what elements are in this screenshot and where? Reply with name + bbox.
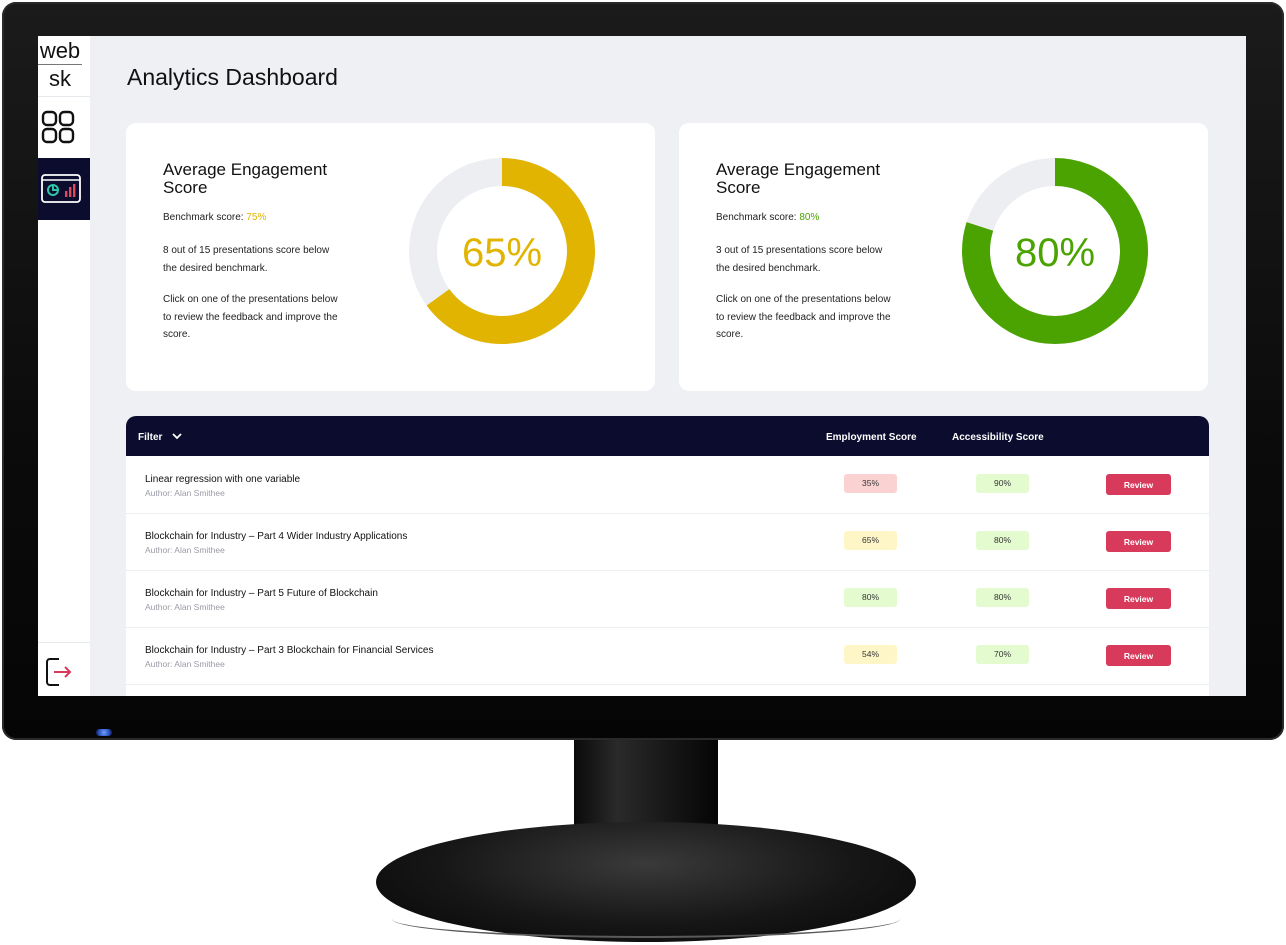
- table-row[interactable]: Blockchain for Industry – Part 3 Blockch…: [126, 627, 1209, 685]
- donut-percentage: 80%: [1015, 231, 1095, 275]
- benchmark-line: Benchmark score: 80%: [716, 212, 819, 223]
- logo-line-1: web: [38, 38, 82, 65]
- engagement-card: Average Engagement Score Benchmark score…: [679, 123, 1208, 391]
- presentation-title[interactable]: Linear regression with one variable: [145, 474, 300, 485]
- presentation-author: Author: Alan Smithee: [145, 659, 225, 669]
- card-title: Average Engagement Score: [716, 160, 881, 197]
- sidebar-item-dashboard[interactable]: [41, 110, 75, 144]
- analytics-icon: [41, 174, 81, 203]
- presentation-title[interactable]: Blockchain for Industry – Part 5 Future …: [145, 588, 378, 599]
- employment-score-badge: 65%: [844, 531, 897, 550]
- employment-score-badge: 80%: [844, 588, 897, 607]
- presentation-author: Author: Alan Smithee: [145, 488, 225, 498]
- table-row[interactable]: Blockchain for Industry – Part 5 Future …: [126, 570, 1209, 628]
- benchmark-label: Benchmark score:: [163, 212, 247, 223]
- employment-score-badge: 35%: [844, 474, 897, 493]
- card-title: Average Engagement Score: [163, 160, 328, 197]
- sidebar: web sk: [38, 36, 90, 696]
- logo: web sk: [38, 36, 90, 97]
- card-instruction: Click on one of the presentations below …: [163, 294, 338, 340]
- presentation-author: Author: Alan Smithee: [145, 602, 225, 612]
- card-summary: 8 out of 15 presentations score below th…: [163, 245, 330, 274]
- column-header-accessibility[interactable]: Accessibility Score: [952, 432, 1044, 443]
- logout-button[interactable]: [45, 656, 73, 693]
- table-row[interactable]: Blockchain for Industry – Part 4 Wider I…: [126, 513, 1209, 571]
- power-led: [96, 729, 112, 736]
- grid-icon: [41, 110, 75, 144]
- accessibility-score-badge: 80%: [976, 588, 1029, 607]
- engagement-donut: 65%: [409, 158, 595, 344]
- logo-line-2: sk: [49, 66, 71, 91]
- benchmark-value: 80%: [799, 212, 820, 223]
- benchmark-value: 75%: [246, 212, 267, 223]
- presentation-title[interactable]: Blockchain for Industry – Part 4 Wider I…: [145, 531, 407, 542]
- column-header-employment[interactable]: Employment Score: [826, 432, 917, 443]
- card-summary: 3 out of 15 presentations score below th…: [716, 245, 883, 274]
- monitor-base-rim: [392, 900, 900, 938]
- accessibility-score-badge: 70%: [976, 645, 1029, 664]
- employment-score-badge: 54%: [844, 645, 897, 664]
- review-button[interactable]: Review: [1106, 474, 1171, 495]
- engagement-card: Average Engagement Score Benchmark score…: [126, 123, 655, 391]
- review-button[interactable]: Review: [1106, 588, 1171, 609]
- logout-icon: [46, 658, 72, 686]
- benchmark-line: Benchmark score: 75%: [163, 212, 266, 223]
- engagement-donut: 80%: [962, 158, 1148, 344]
- filter-dropdown[interactable]: Filter: [138, 432, 162, 443]
- screen: web sk Analytics Dashboard Average Engag…: [38, 36, 1246, 696]
- sidebar-divider: [38, 642, 90, 643]
- sidebar-item-analytics[interactable]: [38, 158, 90, 220]
- review-button[interactable]: Review: [1106, 645, 1171, 666]
- presentations-table: Filter Employment Score Accessibility Sc…: [126, 416, 1209, 696]
- card-instruction: Click on one of the presentations below …: [716, 294, 891, 340]
- table-header: Filter Employment Score Accessibility Sc…: [126, 416, 1209, 456]
- table-row[interactable]: Linear regression with one variable Auth…: [126, 456, 1209, 514]
- page-title: Analytics Dashboard: [127, 64, 338, 90]
- benchmark-label: Benchmark score:: [716, 212, 800, 223]
- review-button[interactable]: Review: [1106, 531, 1171, 552]
- presentation-title[interactable]: Blockchain for Industry – Part 3 Blockch…: [145, 645, 433, 656]
- presentation-author: Author: Alan Smithee: [145, 545, 225, 555]
- chevron-down-icon[interactable]: [171, 431, 183, 441]
- donut-percentage: 65%: [462, 231, 542, 275]
- accessibility-score-badge: 90%: [976, 474, 1029, 493]
- accessibility-score-badge: 80%: [976, 531, 1029, 550]
